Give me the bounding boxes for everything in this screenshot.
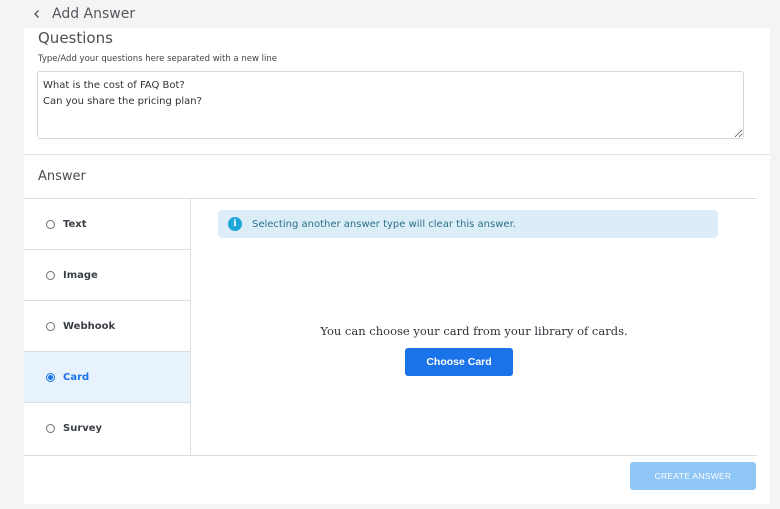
divider xyxy=(24,455,757,456)
info-icon: i xyxy=(228,217,242,231)
questions-title: Questions xyxy=(38,29,113,47)
radio-image[interactable] xyxy=(46,270,55,280)
card-library-message: You can choose your card from your libra… xyxy=(320,324,628,338)
choose-card-button[interactable]: Choose Card xyxy=(405,348,513,376)
answer-type-text[interactable]: Text xyxy=(24,199,190,250)
answer-type-label: Card xyxy=(63,371,90,383)
page-edge xyxy=(770,28,780,504)
top-bar: Add Answer xyxy=(0,0,780,28)
chevron-left-icon[interactable] xyxy=(30,7,44,21)
answer-type-webhook[interactable]: Webhook xyxy=(24,301,190,352)
radio-survey[interactable] xyxy=(46,424,55,433)
create-answer-button[interactable]: CREATE ANSWER xyxy=(630,462,756,490)
answer-type-label: Text xyxy=(63,218,87,230)
answer-type-list: Text Image Webhook Card Survey xyxy=(24,199,191,455)
answer-type-card[interactable]: Card xyxy=(24,352,190,403)
page-title: Add Answer xyxy=(52,6,136,22)
answer-type-label: Webhook xyxy=(63,320,116,332)
answer-type-label: Image xyxy=(63,269,98,281)
info-text: Selecting another answer type will clear… xyxy=(252,218,516,230)
divider xyxy=(24,154,771,155)
radio-card[interactable] xyxy=(46,372,55,382)
questions-input[interactable] xyxy=(37,71,744,139)
radio-webhook[interactable] xyxy=(46,321,55,331)
answer-type-survey[interactable]: Survey xyxy=(24,403,190,454)
radio-text[interactable] xyxy=(46,219,55,229)
info-banner: i Selecting another answer type will cle… xyxy=(218,210,718,238)
questions-hint: Type/Add your questions here separated w… xyxy=(38,54,277,64)
answer-title: Answer xyxy=(38,169,86,184)
add-answer-panel: Questions Type/Add your questions here s… xyxy=(24,28,771,504)
answer-type-label: Survey xyxy=(63,423,103,434)
answer-type-image[interactable]: Image xyxy=(24,250,190,301)
